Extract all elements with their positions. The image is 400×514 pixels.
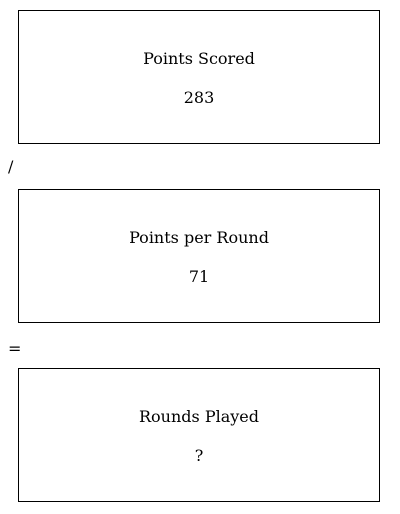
rounds-played-box: Rounds Played ? [18, 368, 380, 502]
points-per-round-label: Points per Round [129, 228, 269, 247]
divide-operator: / [8, 157, 14, 176]
points-per-round-value: 71 [188, 267, 210, 286]
points-scored-label: Points Scored [143, 49, 255, 68]
equals-operator: = [8, 339, 22, 358]
points-scored-box: Points Scored 283 [18, 10, 380, 144]
rounds-played-label: Rounds Played [139, 407, 259, 426]
points-scored-value: 283 [183, 88, 215, 107]
rounds-played-value: ? [194, 446, 204, 465]
points-per-round-box: Points per Round 71 [18, 189, 380, 323]
